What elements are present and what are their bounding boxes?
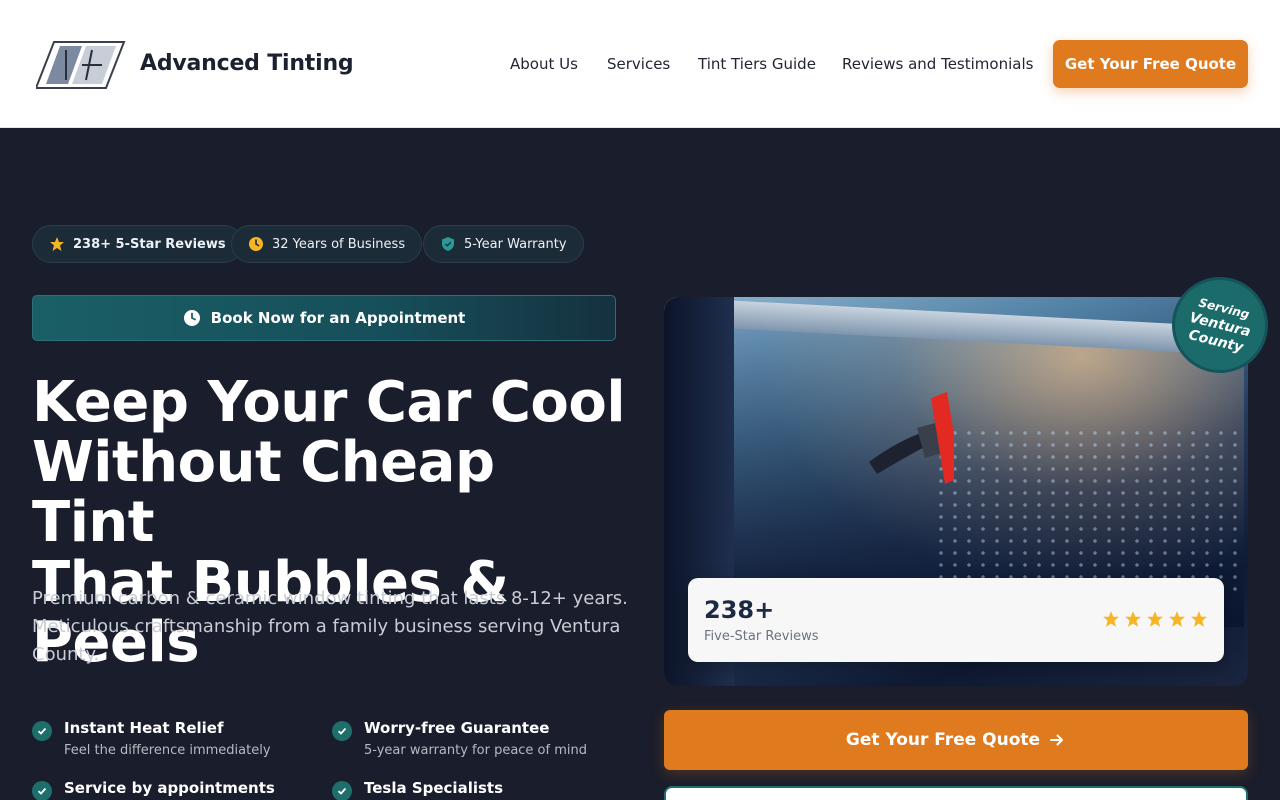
badge-warranty: 5-Year Warranty bbox=[423, 225, 584, 263]
headline-line-1: Keep Your Car Cool bbox=[32, 370, 626, 435]
check-icon bbox=[332, 721, 352, 741]
feature-desc: Feel the difference immediately bbox=[64, 743, 271, 758]
badge-warranty-label: 5-Year Warranty bbox=[464, 236, 567, 252]
clock-icon bbox=[249, 237, 263, 251]
star-icon bbox=[1169, 611, 1185, 627]
star-icon bbox=[1125, 611, 1141, 627]
hero-section: 238+ 5-Star Reviews 32 Years of Business… bbox=[0, 129, 1280, 800]
hero-quote-button[interactable]: Get Your Free Quote bbox=[664, 710, 1248, 770]
star-icon bbox=[50, 237, 64, 251]
check-icon bbox=[32, 781, 52, 800]
star-icon bbox=[1147, 611, 1163, 627]
star-icon bbox=[1191, 611, 1207, 627]
shield-icon bbox=[442, 237, 454, 251]
headline-line-2: Without Cheap Tint bbox=[32, 430, 495, 555]
site-header: Advanced Tinting About Us Services Tint … bbox=[0, 0, 1280, 128]
badge-years: 32 Years of Business bbox=[231, 225, 423, 263]
review-count: 238+ bbox=[704, 596, 775, 624]
nav-tint-tiers-guide[interactable]: Tint Tiers Guide bbox=[698, 55, 816, 73]
header-quote-button[interactable]: Get Your Free Quote bbox=[1053, 40, 1248, 88]
arrow-right-icon bbox=[1050, 734, 1064, 746]
feature-title: Worry-free Guarantee bbox=[364, 719, 550, 737]
next-card-partial bbox=[664, 786, 1248, 800]
feature-title: Tesla Specialists bbox=[364, 779, 504, 797]
star-rating bbox=[1102, 610, 1208, 628]
badge-reviews-label: 238+ 5-Star Reviews bbox=[73, 236, 226, 252]
hero-quote-label: Get Your Free Quote bbox=[845, 730, 1041, 750]
badge-reviews: 238+ 5-Star Reviews bbox=[32, 225, 243, 263]
check-icon bbox=[332, 781, 352, 800]
nav-services[interactable]: Services bbox=[607, 55, 670, 73]
badge-years-label: 32 Years of Business bbox=[272, 236, 406, 252]
brand-name[interactable]: Advanced Tinting bbox=[140, 51, 354, 76]
clock-icon bbox=[183, 310, 200, 326]
review-label: Five-Star Reviews bbox=[704, 629, 819, 644]
nav-reviews-testimonials[interactable]: Reviews and Testimonials bbox=[842, 55, 1033, 73]
feature-title: Instant Heat Relief bbox=[64, 719, 224, 737]
water-droplets bbox=[934, 427, 1244, 597]
book-appointment-label: Book Now for an Appointment bbox=[210, 309, 466, 327]
brand-logo[interactable] bbox=[36, 40, 126, 90]
feature-desc: 5-year warranty for peace of mind bbox=[364, 743, 587, 758]
squeegee-icon bbox=[869, 392, 954, 484]
check-icon bbox=[32, 721, 52, 741]
book-appointment-button[interactable]: Book Now for an Appointment bbox=[32, 295, 616, 341]
review-summary-card: 238+ Five-Star Reviews bbox=[688, 578, 1224, 662]
feature-title: Service by appointments bbox=[64, 779, 275, 797]
hero-subtitle: Premium carbon & ceramic window tinting … bbox=[32, 588, 628, 665]
star-icon bbox=[1103, 611, 1119, 627]
nav-about-us[interactable]: About Us bbox=[510, 55, 578, 73]
